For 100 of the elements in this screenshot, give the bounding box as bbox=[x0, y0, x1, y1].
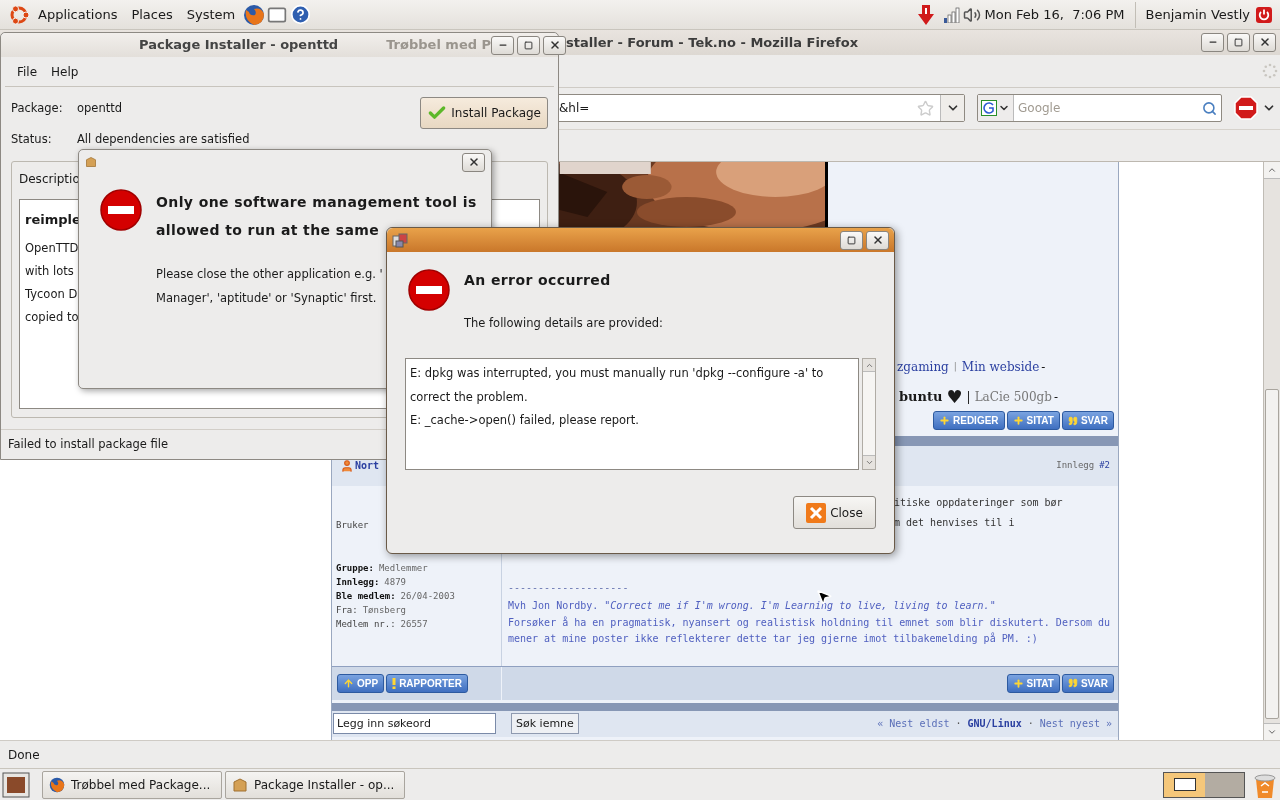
volume-icon[interactable] bbox=[962, 5, 981, 24]
signature-link[interactable]: Min webside bbox=[961, 357, 1040, 376]
plus-icon bbox=[1012, 677, 1024, 689]
post-text: itiske oppdateringer som bør bbox=[894, 495, 1064, 510]
dialog-text: Please close the other application e.g. ' bbox=[156, 266, 383, 283]
maximize-button[interactable] bbox=[517, 35, 541, 55]
ubuntu-logo-icon[interactable] bbox=[8, 3, 30, 26]
profile-label: Fra: bbox=[336, 603, 358, 617]
close-icon bbox=[806, 502, 827, 523]
taskbar-button[interactable]: Package Installer - op... bbox=[225, 770, 405, 799]
maximize-icon bbox=[524, 40, 534, 50]
background-window-title: Trøbbel med P bbox=[386, 36, 492, 55]
plus-icon bbox=[939, 415, 950, 427]
dialog-heading: An error occurred bbox=[464, 271, 612, 290]
heart-symbol: ♥ bbox=[946, 387, 963, 406]
signature-paragraph: Forsøker å ha en pragmatisk, nyansert og realistisk holdning til emnet som blir diskutert. Dersom du mener at mine poster ikke reflekterer dette tar jeg gjerne imot tilbakemelding på PM. :) bbox=[508, 615, 1112, 646]
signal-icon[interactable] bbox=[942, 6, 961, 23]
separator: | bbox=[966, 388, 971, 406]
menu-item[interactable]: Help bbox=[45, 62, 85, 81]
profile-value: 4879 bbox=[384, 575, 407, 589]
nav-link[interactable]: Nest nyest » bbox=[1039, 716, 1112, 732]
close-icon bbox=[467, 156, 480, 168]
forum-button[interactable]: SVAR bbox=[1061, 411, 1114, 431]
post-number-link[interactable]: #2 bbox=[1099, 459, 1110, 473]
up-arrow-icon bbox=[343, 677, 354, 689]
plus-icon bbox=[1012, 415, 1024, 427]
error-icon bbox=[99, 188, 143, 232]
details-text-area[interactable]: E: dpkg was interrupted, you must manually run 'dpkg --configure -a' to correct the problem. E: _cache->open() failed, please report. bbox=[405, 358, 859, 471]
error-icon bbox=[407, 268, 451, 312]
close-button[interactable] bbox=[1253, 33, 1276, 52]
menu-item[interactable]: File bbox=[11, 62, 44, 81]
dialog-text: Manager', 'aptitude' or 'Synaptic' first. bbox=[156, 290, 377, 307]
panel-menu[interactable]: System bbox=[180, 4, 242, 25]
signature-text: buntu bbox=[899, 388, 943, 407]
dialog-text: The following details are provided: bbox=[464, 315, 663, 332]
scrollbar[interactable] bbox=[1263, 161, 1280, 741]
user-name[interactable]: Benjamin Vestly bbox=[1145, 4, 1250, 25]
workspace-switcher[interactable] bbox=[1163, 771, 1245, 798]
description-text: Tycoon D bbox=[25, 285, 78, 303]
profile-label: Innlegg: bbox=[336, 575, 380, 589]
search-field[interactable]: Google bbox=[977, 94, 1222, 123]
maximize-icon bbox=[1234, 38, 1243, 47]
package-name: openttd bbox=[77, 100, 124, 117]
search-input[interactable]: Google bbox=[1018, 99, 1202, 118]
dialog-heading: allowed to run at the same bbox=[156, 221, 380, 240]
install-package-button[interactable]: Install Package bbox=[420, 97, 548, 129]
minimize-button[interactable] bbox=[1201, 33, 1224, 52]
forum-button[interactable]: REDIGER bbox=[933, 411, 1005, 431]
forum-link[interactable]: GNU/Linux bbox=[967, 716, 1022, 732]
loading-throbber-icon bbox=[1262, 62, 1278, 79]
description-title: reimple bbox=[25, 211, 81, 229]
error-details-text: E: dpkg was interrupted, you must manually run 'dpkg --configure -a' to correct the problem. bbox=[410, 365, 825, 406]
signature-link[interactable]: zgaming bbox=[897, 357, 949, 376]
nav-link[interactable]: « Nest eldst bbox=[877, 716, 950, 732]
close-button[interactable] bbox=[866, 230, 889, 250]
profile-value: 26/04-2003 bbox=[400, 589, 455, 603]
power-icon[interactable] bbox=[1256, 6, 1272, 23]
close-dialog-button[interactable]: Close bbox=[793, 496, 876, 530]
history-dropdown[interactable] bbox=[940, 95, 964, 122]
update-arrow-icon[interactable] bbox=[916, 3, 935, 26]
show-desktop-icon[interactable] bbox=[2, 771, 30, 798]
firefox-icon[interactable] bbox=[243, 3, 266, 26]
application-icon bbox=[392, 232, 408, 248]
taskbar-button[interactable]: Trøbbel med Package... bbox=[42, 770, 222, 799]
search-input[interactable]: Legg inn søkeord bbox=[333, 713, 496, 735]
maximize-button[interactable] bbox=[840, 230, 863, 250]
stop-sign-icon[interactable] bbox=[1234, 96, 1258, 121]
user-rank: Bruker bbox=[336, 518, 370, 532]
panel-menu[interactable]: Applications bbox=[32, 4, 124, 25]
minimize-button[interactable] bbox=[491, 35, 515, 55]
help-icon[interactable] bbox=[290, 4, 312, 25]
search-topic-button[interactable]: Søk iemne bbox=[511, 713, 579, 735]
search-icon[interactable] bbox=[1202, 100, 1217, 116]
status-bar-text: Failed to install package file bbox=[8, 435, 169, 453]
post-text: m det henvises til i bbox=[894, 515, 1016, 530]
close-button[interactable] bbox=[543, 35, 567, 55]
description-text: with lots bbox=[25, 262, 74, 280]
description-text: OpenTTD bbox=[25, 239, 79, 257]
error-details-text: E: _cache->open() failed, please report. bbox=[410, 412, 640, 430]
author-link[interactable]: Nort bbox=[355, 458, 380, 474]
window-title: staller - Forum - Tek.no - Mozilla Firefox bbox=[566, 33, 859, 52]
bookmark-star-icon[interactable] bbox=[917, 99, 934, 117]
search-engine-icon[interactable] bbox=[981, 100, 997, 117]
dash: - bbox=[1053, 388, 1059, 406]
firefox-icon bbox=[49, 776, 65, 793]
forum-button[interactable]: SVAR bbox=[1061, 673, 1114, 693]
description-text: copied to bbox=[25, 308, 79, 326]
profile-value: Medlemmer bbox=[378, 561, 428, 575]
exclamation-icon bbox=[392, 677, 397, 689]
maximize-button[interactable] bbox=[1227, 33, 1250, 52]
browser-status: Done bbox=[8, 746, 40, 764]
user-icon bbox=[340, 458, 354, 473]
field-label: Status: bbox=[11, 131, 53, 149]
status-text: All dependencies are satisfied bbox=[77, 131, 250, 149]
profile-label: Medlem nr.: bbox=[336, 617, 396, 631]
signature-quote: Mvh Jon Nordby. "Correct me if I'm wrong. I'm Learning to live, living to learn." bbox=[508, 598, 996, 613]
scrollbar[interactable] bbox=[862, 358, 876, 471]
close-button[interactable] bbox=[462, 152, 485, 172]
panel-menu[interactable]: Places bbox=[125, 4, 179, 25]
clock[interactable]: Mon Feb 16, 7:06 PM bbox=[984, 4, 1125, 25]
